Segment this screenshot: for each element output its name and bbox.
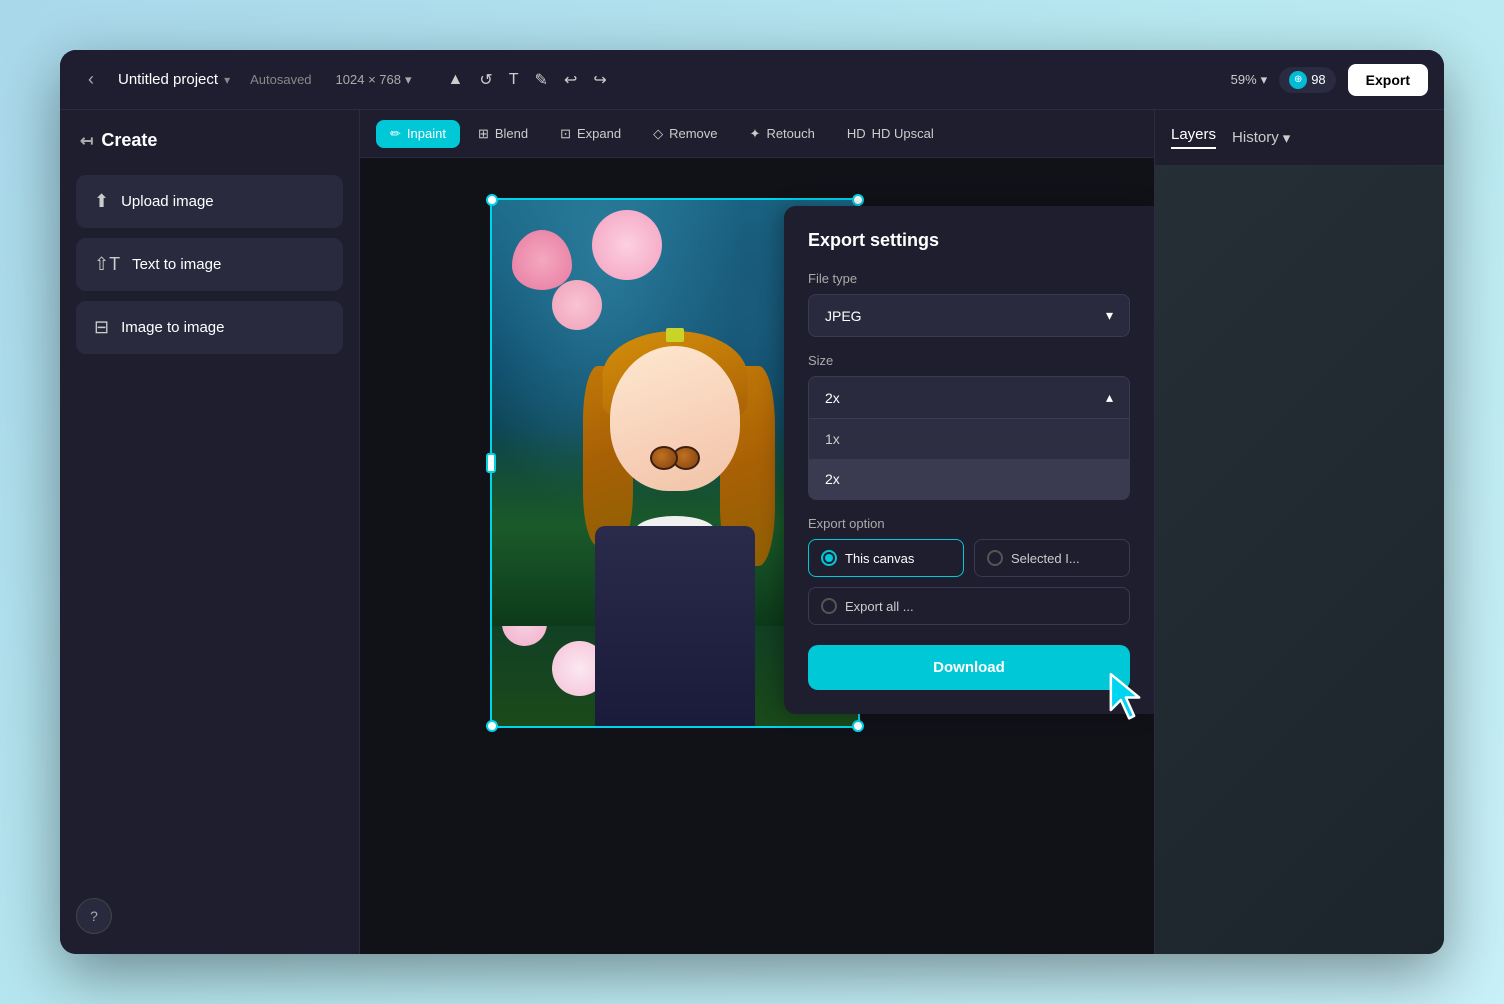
project-name: Untitled project xyxy=(118,71,218,88)
text-tool-icon[interactable]: T xyxy=(509,71,519,89)
inpaint-icon: ✏ xyxy=(390,126,401,142)
upload-icon: ⬆ xyxy=(94,191,109,212)
dims-chevron-icon: ▾ xyxy=(405,72,412,88)
remove-icon: ◇ xyxy=(653,126,663,142)
size-label: Size xyxy=(808,353,1130,368)
help-icon: ? xyxy=(90,908,98,924)
credits-icon: ⊕ xyxy=(1289,71,1307,89)
file-type-value: JPEG xyxy=(825,308,862,324)
handle-mid-left[interactable] xyxy=(486,453,496,473)
upload-image-label: Upload image xyxy=(121,193,214,210)
handle-bottom-left[interactable] xyxy=(486,720,498,732)
size-option-2x[interactable]: 2x xyxy=(809,459,1129,499)
blend-tool-button[interactable]: ⊞ Blend xyxy=(464,120,542,148)
size-chevron-up-icon: ▴ xyxy=(1106,389,1113,406)
sidebar: ↤ Create ⬆ Upload image ⇧T Text to image… xyxy=(60,110,360,954)
pen-tool-icon[interactable]: ✎ xyxy=(535,70,548,90)
tool-icons: ▲ ↺ T ✎ ↩ ↪ xyxy=(448,70,607,90)
undo-icon[interactable]: ↩ xyxy=(564,70,577,90)
export-button[interactable]: Export xyxy=(1348,64,1428,96)
rotate-tool-icon[interactable]: ↺ xyxy=(479,70,492,90)
export-all-button[interactable]: Export all ... xyxy=(808,587,1130,625)
header-right: 59% ▾ ⊕ 98 Export xyxy=(1231,64,1428,96)
credits-badge: ⊕ 98 xyxy=(1279,67,1335,93)
help-button[interactable]: ? xyxy=(76,898,112,934)
zoom-control[interactable]: 59% ▾ xyxy=(1231,72,1268,88)
file-type-chevron-icon: ▾ xyxy=(1106,307,1113,324)
export-settings-title: Export settings xyxy=(808,230,1130,251)
export-settings-panel: Export settings File type JPEG ▾ Size 2x… xyxy=(784,206,1154,714)
autosaved-status: Autosaved xyxy=(250,72,311,87)
history-tab[interactable]: History ▾ xyxy=(1232,129,1290,147)
this-canvas-radio xyxy=(821,550,837,566)
export-option-label: Export option xyxy=(808,516,1130,531)
download-button[interactable]: Download xyxy=(808,645,1130,690)
export-option-row: This canvas Selected I... xyxy=(808,539,1130,577)
handle-top-left[interactable] xyxy=(486,194,498,206)
size-value: 2x xyxy=(825,390,840,406)
image-to-image-button[interactable]: ⊟ Image to image xyxy=(76,301,343,354)
file-type-label: File type xyxy=(808,271,1130,286)
sidebar-title: Create xyxy=(101,130,157,151)
history-chevron-icon: ▾ xyxy=(1283,129,1291,147)
main-content: ↤ Create ⬆ Upload image ⇧T Text to image… xyxy=(60,110,1444,954)
zoom-chevron-icon: ▾ xyxy=(1261,72,1268,88)
size-dropdown: 1x 2x xyxy=(808,419,1130,500)
upscal-tool-button[interactable]: HD HD Upscal xyxy=(833,120,948,147)
header: ‹ Untitled project ▾ Autosaved 1024 × 76… xyxy=(60,50,1444,110)
handle-bottom-right[interactable] xyxy=(852,720,864,732)
select-tool-icon[interactable]: ▲ xyxy=(448,71,464,89)
retouch-icon: ✦ xyxy=(750,126,761,142)
remove-tool-button[interactable]: ◇ Remove xyxy=(639,120,731,148)
selected-layers-button[interactable]: Selected I... xyxy=(974,539,1130,577)
this-canvas-button[interactable]: This canvas xyxy=(808,539,964,577)
export-all-radio xyxy=(821,598,837,614)
blend-icon: ⊞ xyxy=(478,126,489,142)
canvas-area: ✏ Inpaint ⊞ Blend ⊡ Expand ◇ Remove ✦ xyxy=(360,110,1154,954)
text-to-image-label: Text to image xyxy=(132,256,221,273)
sidebar-header: ↤ Create xyxy=(76,130,343,151)
character-illustration xyxy=(565,306,785,726)
project-chevron-icon: ▾ xyxy=(224,73,230,87)
layers-tab[interactable]: Layers xyxy=(1171,126,1216,149)
right-panel-tabs: Layers History ▾ xyxy=(1155,110,1444,166)
canvas-viewport[interactable]: Export settings File type JPEG ▾ Size 2x… xyxy=(360,158,1154,954)
inpaint-tool-button[interactable]: ✏ Inpaint xyxy=(376,120,460,148)
back-button[interactable]: ‹ xyxy=(76,65,106,95)
retouch-tool-button[interactable]: ✦ Retouch xyxy=(736,120,829,148)
sidebar-back-icon: ↤ xyxy=(80,131,93,151)
expand-icon: ⊡ xyxy=(560,126,571,142)
canvas-dimensions[interactable]: 1024 × 768 ▾ xyxy=(336,72,412,88)
handle-top-right[interactable] xyxy=(852,194,864,206)
image-to-image-label: Image to image xyxy=(121,319,224,336)
upload-image-button[interactable]: ⬆ Upload image xyxy=(76,175,343,228)
right-panel: Layers History ▾ xyxy=(1154,110,1444,954)
size-select-button[interactable]: 2x ▴ xyxy=(808,376,1130,419)
redo-icon[interactable]: ↪ xyxy=(593,70,606,90)
project-title[interactable]: Untitled project ▾ xyxy=(118,71,230,88)
canvas-toolbar: ✏ Inpaint ⊞ Blend ⊡ Expand ◇ Remove ✦ xyxy=(360,110,1154,158)
selected-radio xyxy=(987,550,1003,566)
hd-upscal-icon: HD xyxy=(847,126,866,141)
size-option-1x[interactable]: 1x xyxy=(809,419,1129,459)
text-to-image-icon: ⇧T xyxy=(94,254,120,275)
expand-tool-button[interactable]: ⊡ Expand xyxy=(546,120,635,148)
credits-count: 98 xyxy=(1311,72,1325,87)
image-to-image-icon: ⊟ xyxy=(94,317,109,338)
file-type-select[interactable]: JPEG ▾ xyxy=(808,294,1130,337)
text-to-image-button[interactable]: ⇧T Text to image xyxy=(76,238,343,291)
